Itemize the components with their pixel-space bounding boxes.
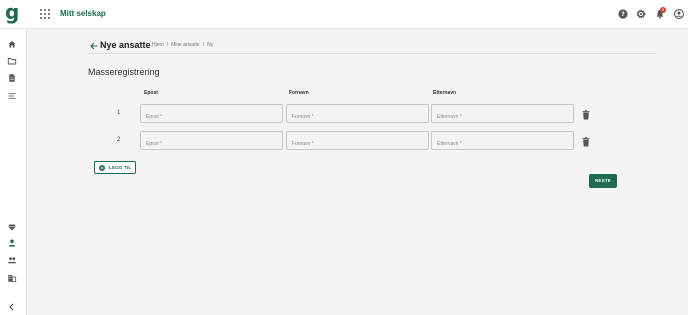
company-name[interactable]: Mitt selskap (60, 9, 106, 18)
email-field[interactable] (140, 131, 283, 153)
last-name-field[interactable] (431, 131, 574, 153)
next-button-label: NESTE (594, 178, 611, 183)
delete-row-icon[interactable] (582, 110, 590, 120)
last-name-field[interactable] (431, 104, 574, 126)
group-icon[interactable] (7, 255, 17, 265)
add-row-button[interactable]: LEGG TIL (94, 161, 136, 174)
title-divider (89, 53, 656, 54)
document-icon[interactable] (7, 73, 17, 83)
breadcrumb-separator: / (202, 42, 205, 48)
list-icon[interactable] (7, 91, 17, 101)
help-icon[interactable]: ? (618, 9, 628, 19)
breadcrumb: Hjem / Mine ansatte / Ny (152, 42, 213, 48)
notification-badge: 2 (660, 7, 666, 13)
collapse-icon[interactable] (7, 302, 17, 312)
add-circle-icon (99, 165, 105, 171)
column-header-email: Epost (144, 90, 158, 96)
sidebar (0, 29, 27, 315)
email-input[interactable] (141, 135, 282, 153)
first-name-field[interactable] (286, 131, 429, 153)
page-title: Nye ansatte (100, 40, 151, 50)
breadcrumb-separator: / (166, 42, 169, 48)
account-icon[interactable] (674, 9, 684, 19)
breadcrumb-employees[interactable]: Mine ansatte (171, 42, 200, 48)
row-number: 1 (117, 110, 121, 116)
folder-icon[interactable] (7, 56, 17, 66)
delete-row-icon[interactable] (582, 137, 590, 147)
column-header-last-name: Etternavn (433, 90, 457, 96)
email-input[interactable] (141, 108, 282, 126)
row-number: 2 (117, 137, 121, 143)
back-arrow-icon[interactable] (89, 41, 99, 51)
person-icon[interactable] (7, 238, 17, 248)
next-button[interactable]: NESTE (589, 174, 617, 188)
section-title: Masseregistrering (88, 67, 160, 77)
app-logo[interactable]: g (5, 2, 19, 25)
apps-icon[interactable] (40, 9, 50, 19)
column-header-first-name: Fornavn (289, 90, 309, 96)
email-field[interactable] (140, 104, 283, 126)
first-name-input[interactable] (287, 108, 428, 126)
building-icon[interactable] (7, 273, 17, 283)
breadcrumb-current: Ny (207, 42, 214, 48)
top-bar: g Mitt selskap ? 2 (0, 0, 688, 29)
last-name-input[interactable] (432, 108, 573, 126)
home-icon[interactable] (7, 39, 17, 49)
main-content: Nye ansatte Hjem / Mine ansatte / Ny Massere… (27, 29, 688, 315)
first-name-input[interactable] (287, 135, 428, 153)
diamond-icon[interactable] (7, 222, 17, 232)
last-name-input[interactable] (432, 135, 573, 153)
breadcrumb-home[interactable]: Hjem (152, 42, 164, 48)
first-name-field[interactable] (286, 104, 429, 126)
add-row-label: LEGG TIL (109, 165, 132, 170)
gear-icon[interactable] (636, 9, 646, 19)
svg-text:?: ? (621, 11, 625, 18)
